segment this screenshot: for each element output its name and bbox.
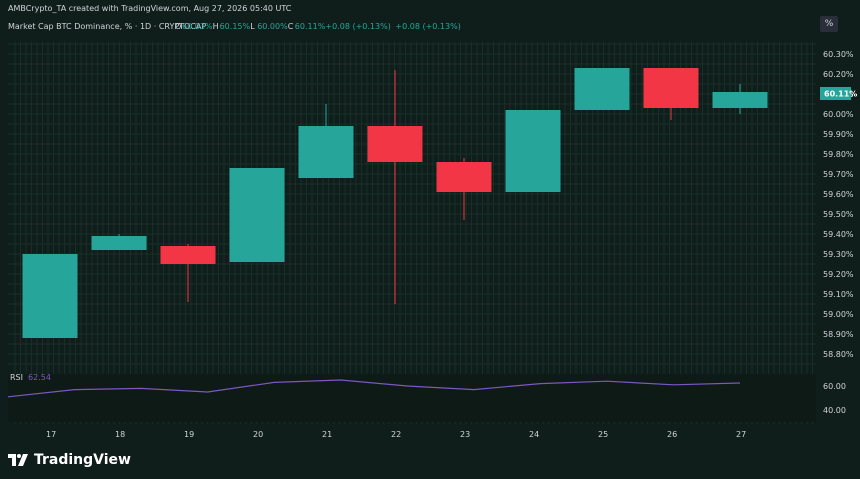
candle-body-20: [229, 168, 285, 262]
rsi-axis: 60.00 40.00: [823, 382, 846, 415]
candle-body-19: [160, 246, 216, 264]
time-tick-label: 27: [736, 430, 746, 439]
candle-body-24: [505, 110, 561, 192]
price-tick-label: 59.30%: [823, 250, 854, 259]
ohlc-key-l: L: [250, 22, 255, 31]
ohlc-value-l: 60.00%: [257, 22, 288, 31]
candle-body-22: [367, 126, 423, 162]
last-price-label: 60.11%: [820, 87, 857, 100]
time-tick-label: 19: [184, 430, 194, 439]
ohlc-key-c: C: [288, 22, 294, 31]
percent-scale-button[interactable]: %: [820, 16, 838, 32]
rsi-tick-label: 60.00: [823, 382, 846, 391]
price-tick-label: 59.20%: [823, 270, 854, 279]
price-tick-label: 60.30%: [823, 50, 854, 59]
time-tick-label: 17: [46, 430, 56, 439]
price-tick-label: 59.40%: [823, 230, 854, 239]
price-tick-label: 59.00%: [823, 310, 854, 319]
price-tick-label: 59.60%: [823, 190, 854, 199]
time-tick-label: 25: [598, 430, 608, 439]
price-tick-label: 60.20%: [823, 70, 854, 79]
time-tick-label: 23: [460, 430, 470, 439]
attribution-text: AMBCrypto_TA created with TradingView.co…: [8, 4, 292, 13]
ohlc-key-h: H: [213, 22, 219, 31]
candle-body-21: [298, 126, 354, 178]
ohlc-change-2: +0.08 (+0.13%): [395, 22, 460, 31]
price-tick-label: 59.80%: [823, 150, 854, 159]
tradingview-logo-text: TradingView: [34, 452, 131, 468]
price-tick-label: 58.90%: [823, 330, 854, 339]
price-tick-label: 59.90%: [823, 130, 854, 139]
price-tick-label: 60.00%: [823, 110, 854, 119]
rsi-pane: RSI 62.54 60.00 40.00: [7, 373, 846, 422]
ohlc-values: O 60.03% H 60.15% L 60.00% C 60.11% +0.08 (+0.13…: [175, 22, 461, 31]
ohlc-value-c: 60.11%: [295, 22, 326, 31]
candle-body-23: [436, 162, 492, 192]
rsi-label: RSI: [10, 373, 23, 382]
candle-body-26: [643, 68, 699, 108]
rsi-value: 62.54: [28, 373, 51, 382]
rsi-background: [8, 374, 816, 422]
ohlc-change: +0.08 (+0.13%): [325, 22, 390, 31]
chart-area[interactable]: AMBCrypto_TA created with TradingView.co…: [0, 0, 860, 479]
tradingview-logo: TradingView: [8, 452, 131, 468]
candle-body-17: [22, 254, 78, 338]
time-tick-label: 18: [115, 430, 125, 439]
time-tick-label: 21: [322, 430, 332, 439]
last-price-text: 60.11%: [824, 90, 857, 99]
time-axis[interactable]: 17 18 19 20 21 22 23 24 25 26 27: [46, 430, 746, 439]
price-tick-label: 58.80%: [823, 350, 854, 359]
tradingview-logo-icon: [8, 454, 28, 466]
price-tick-label: 59.50%: [823, 210, 854, 219]
time-tick-label: 20: [253, 430, 263, 439]
candle-body-27: [712, 92, 768, 108]
ohlc-value-o: 60.03%: [182, 22, 213, 31]
ohlc-key-o: O: [175, 22, 181, 31]
price-tick-label: 59.10%: [823, 290, 854, 299]
candle-body-18: [91, 236, 147, 250]
time-tick-label: 24: [529, 430, 539, 439]
rsi-tick-label: 40.00: [823, 406, 846, 415]
candles: [22, 68, 768, 338]
candle-body-25: [574, 68, 630, 110]
price-tick-label: 59.70%: [823, 170, 854, 179]
symbol-legend[interactable]: Market Cap BTC Dominance, % · 1D · CRYPT…: [8, 22, 461, 31]
time-tick-label: 26: [667, 430, 677, 439]
time-tick-label: 22: [391, 430, 401, 439]
ohlc-value-h: 60.15%: [220, 22, 251, 31]
